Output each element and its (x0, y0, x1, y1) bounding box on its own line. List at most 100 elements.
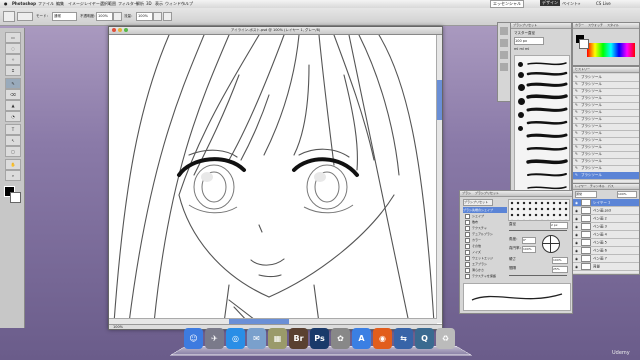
layer-row[interactable]: ◉ ペン画 4 (573, 231, 639, 239)
layer-row[interactable]: ◉ ペン画 3 (573, 223, 639, 231)
brush-tool-preset-icon[interactable] (3, 11, 15, 22)
checkbox[interactable] (465, 249, 470, 255)
angle-roundness-widget[interactable] (542, 235, 560, 253)
color-ramp[interactable] (587, 43, 635, 57)
panel-icon-1[interactable] (500, 27, 508, 35)
brush-preset-panel-tab[interactable]: ブラシプリセット (511, 23, 571, 29)
background-color-swatch[interactable] (10, 192, 21, 203)
zoom-button[interactable] (124, 28, 128, 32)
bridge-icon[interactable]: Br (289, 328, 308, 349)
checkbox[interactable] (465, 237, 470, 243)
menu-item-edit[interactable]: 編集 (56, 1, 64, 7)
checkbox[interactable] (465, 273, 470, 279)
lasso-tool-icon[interactable]: ◌ (5, 43, 21, 54)
zoom-level[interactable]: 100% (113, 325, 123, 329)
brush-option[interactable]: テクスチャを保護 (463, 273, 507, 279)
layer-opacity[interactable]: 100% (617, 191, 637, 198)
layer-row[interactable]: ◉ ペン画 7 (573, 255, 639, 263)
history-item[interactable]: ✎ ブラシツール (573, 172, 639, 180)
photoshop-icon[interactable]: Ps (310, 328, 329, 349)
layer-row[interactable]: ◉ 背景 (573, 263, 639, 271)
eye-icon[interactable]: ◉ (575, 201, 579, 205)
checkbox[interactable] (465, 231, 470, 237)
eye-icon[interactable]: ◉ (575, 225, 579, 229)
brush-presets-button[interactable]: ブラシプリセット (463, 199, 493, 206)
airbrush-icon[interactable] (153, 12, 162, 21)
shape-tool-icon[interactable]: ▢ (5, 146, 21, 157)
marquee-tool-icon[interactable]: ▭ (5, 32, 21, 43)
eye-icon[interactable]: ◉ (575, 249, 579, 253)
workspace-switcher[interactable]: エッセンシャル (490, 0, 524, 8)
tab-brush-presets[interactable]: ブラシプリセット (475, 191, 499, 195)
tab-color[interactable]: カラー (575, 23, 584, 27)
spacing-field[interactable]: 25% (552, 266, 568, 273)
checkbox[interactable] (465, 261, 470, 267)
magic-wand-tool-icon[interactable]: ✧ (5, 54, 21, 65)
launchpad-icon[interactable]: ✈ (205, 328, 224, 349)
checkbox[interactable] (465, 255, 470, 261)
menu-item-view[interactable]: 表示 (155, 1, 163, 7)
menu-item-layer[interactable]: レイヤー (84, 1, 100, 7)
eye-icon[interactable]: ◉ (575, 233, 579, 237)
menu-item-select[interactable]: 選択範囲 (100, 1, 116, 7)
tab-channels[interactable]: チャンネル (590, 184, 605, 188)
close-button[interactable] (112, 28, 116, 32)
layer-row[interactable]: ◉ ペン画 6 (573, 247, 639, 255)
layer-row[interactable]: ◉ レイヤー 1 (573, 199, 639, 207)
bg-color-chip[interactable] (579, 39, 589, 49)
mail-icon[interactable]: ✉ (247, 328, 266, 349)
roundness-field[interactable]: 100% (522, 246, 536, 253)
brush-tips-grid[interactable] (508, 199, 570, 221)
finder-icon[interactable]: ☺ (184, 328, 203, 349)
size-field[interactable]: 2 px (550, 222, 568, 229)
workspace-design[interactable]: デザイン (540, 0, 560, 6)
app-menu[interactable]: Photoshop (12, 1, 36, 6)
safari-icon[interactable]: ◎ (226, 328, 245, 349)
eye-icon[interactable]: ◉ (575, 217, 579, 221)
drawing-canvas[interactable] (109, 35, 442, 323)
pressure-opacity-icon[interactable] (113, 12, 122, 21)
menu-item-3d[interactable]: 3D (146, 1, 152, 6)
minimize-button[interactable] (118, 28, 122, 32)
panel-icon-4[interactable] (500, 63, 508, 71)
document-title-bar[interactable]: アイライン-ポスト.psd @ 100% (レイヤー 1, グレー/8) (109, 27, 442, 35)
checkbox[interactable] (465, 243, 470, 249)
quicktime-icon[interactable]: Q (415, 328, 434, 349)
eye-icon[interactable]: ◉ (575, 241, 579, 245)
menu-item-image[interactable]: イメージ (68, 1, 84, 7)
brush-tip-2[interactable] (518, 72, 524, 78)
dodge-tool-icon[interactable]: ◔ (5, 111, 21, 122)
workspace-paint[interactable]: ペイント (562, 1, 578, 7)
history-panel-tab[interactable]: ヒストリー (573, 67, 639, 73)
checkbox[interactable] (465, 225, 470, 231)
spacing-slider[interactable] (509, 275, 567, 276)
checkbox[interactable] (465, 219, 470, 225)
pressure-size-icon[interactable] (163, 12, 172, 21)
vertical-scrollbar[interactable] (436, 35, 442, 323)
menu-item-help[interactable]: ヘルプ (181, 1, 193, 7)
brush-tip-4[interactable] (518, 98, 525, 105)
checkbox[interactable] (465, 213, 470, 219)
tab-styles[interactable]: スタイル (607, 23, 619, 27)
menu-item-analysis[interactable]: 解析 (136, 1, 144, 7)
hand-tool-icon[interactable]: ✋ (5, 159, 21, 170)
firefox-icon[interactable]: ◉ (373, 328, 392, 349)
eye-icon[interactable]: ◉ (575, 257, 579, 261)
eraser-tool-icon[interactable]: ⌫ (5, 89, 21, 100)
apple-menu-icon[interactable]: ● (4, 1, 8, 6)
size-slider[interactable] (509, 230, 567, 231)
layer-row[interactable]: ◉ ペン画 2 (573, 215, 639, 223)
cs-live[interactable]: CS Live (596, 1, 611, 6)
hardness-field[interactable]: 100% (552, 257, 568, 264)
eye-icon[interactable]: ◉ (575, 265, 579, 269)
vertical-scroll-thumb[interactable] (437, 80, 442, 120)
type-tool-icon[interactable]: T (5, 124, 21, 135)
opacity-field[interactable]: 100% (96, 12, 113, 21)
layer-row[interactable]: ◉ ペン画.psd (573, 207, 639, 215)
crop-tool-icon[interactable]: ⌗ (5, 65, 21, 76)
tab-paths[interactable]: パス (608, 184, 614, 188)
gradient-tool-icon[interactable]: ▲ (5, 100, 21, 111)
layer-blend-mode[interactable]: 通常 (575, 191, 597, 198)
menu-item-file[interactable]: ファイル (38, 1, 54, 7)
mode-select[interactable]: 通常 (52, 12, 77, 21)
